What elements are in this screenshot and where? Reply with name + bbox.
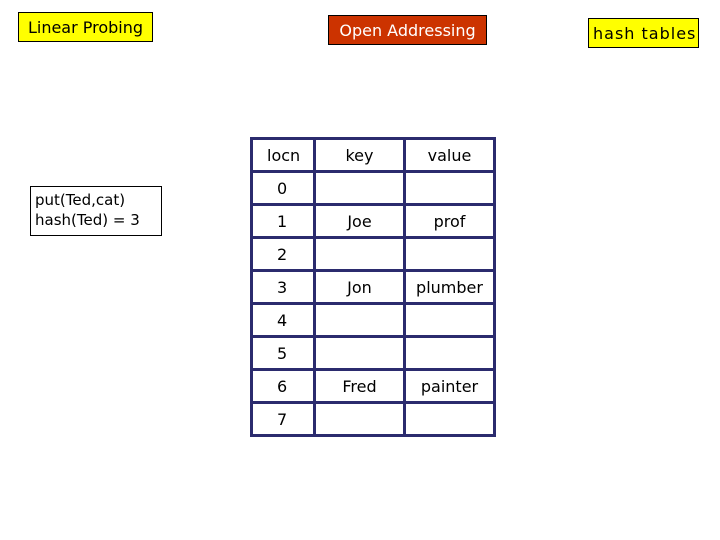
cell-value <box>403 302 496 338</box>
linear-probing-label: Linear Probing <box>18 12 153 42</box>
open-addressing-title: Open Addressing <box>328 15 487 45</box>
hash-result: hash(Ted) = 3 <box>35 211 140 229</box>
table-header-row: locn key value <box>250 137 496 173</box>
header-key: key <box>313 137 406 173</box>
cell-value <box>403 401 496 437</box>
cell-key: Joe <box>313 203 406 239</box>
cell-value: prof <box>403 203 496 239</box>
cell-locn: 5 <box>250 335 316 371</box>
cell-value <box>403 236 496 272</box>
table-row: 3 Jon plumber <box>250 269 496 305</box>
cell-key <box>313 401 406 437</box>
cell-locn: 0 <box>250 170 316 206</box>
cell-value <box>403 170 496 206</box>
hash-tables-label: hash tables <box>588 18 699 48</box>
cell-locn: 4 <box>250 302 316 338</box>
table-row: 1 Joe prof <box>250 203 496 239</box>
cell-key: Jon <box>313 269 406 305</box>
table-row: 7 <box>250 401 496 437</box>
cell-locn: 3 <box>250 269 316 305</box>
table-row: 5 <box>250 335 496 371</box>
cell-locn: 6 <box>250 368 316 404</box>
cell-locn: 1 <box>250 203 316 239</box>
cell-value: plumber <box>403 269 496 305</box>
cell-value: painter <box>403 368 496 404</box>
cell-key: Fred <box>313 368 406 404</box>
cell-key <box>313 302 406 338</box>
cell-key <box>313 335 406 371</box>
cell-key <box>313 170 406 206</box>
cell-key <box>313 236 406 272</box>
operation-box: put(Ted,cat) hash(Ted) = 3 <box>30 186 162 236</box>
header-value: value <box>403 137 496 173</box>
cell-locn: 2 <box>250 236 316 272</box>
table-row: 6 Fred painter <box>250 368 496 404</box>
hash-table: locn key value 0 1 Joe prof 2 3 Jon plumber 4 5 6 F… <box>250 137 496 437</box>
table-row: 4 <box>250 302 496 338</box>
header-locn: locn <box>250 137 316 173</box>
put-operation: put(Ted,cat) <box>35 191 126 209</box>
cell-locn: 7 <box>250 401 316 437</box>
cell-value <box>403 335 496 371</box>
table-row: 2 <box>250 236 496 272</box>
table-row: 0 <box>250 170 496 206</box>
